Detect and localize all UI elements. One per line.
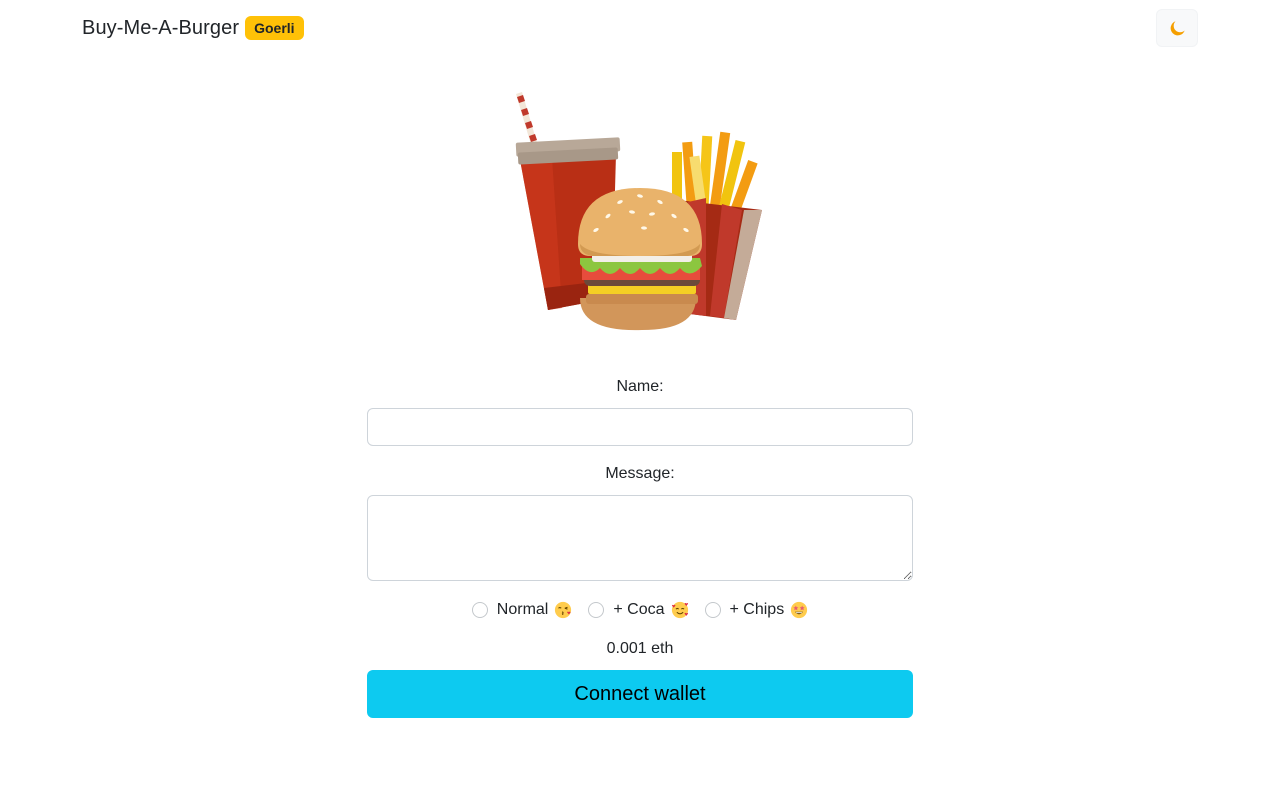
option-chips-label: + Chips (729, 601, 785, 618)
option-coca[interactable]: + Coca (588, 601, 688, 619)
connect-wallet-button[interactable]: Connect wallet (367, 670, 913, 718)
radio-normal[interactable] (471, 602, 488, 618)
kissing-face-icon (554, 601, 572, 619)
navbar: Buy-Me-A-Burger Goerli (0, 0, 1280, 58)
network-badge: Goerli (245, 16, 304, 40)
burger-options: Normal + Coca + Chips (367, 598, 913, 622)
option-chips[interactable]: + Chips (704, 601, 809, 619)
brand-title: Buy-Me-A-Burger (82, 16, 240, 39)
option-normal[interactable]: Normal (471, 601, 573, 619)
message-label: Message: (605, 465, 675, 482)
theme-toggle-button[interactable] (1156, 9, 1198, 47)
name-label: Name: (616, 378, 664, 395)
radio-coca[interactable] (588, 602, 605, 618)
burger-icon (578, 188, 702, 331)
option-coca-label: + Coca (613, 601, 665, 618)
brand[interactable]: Buy-Me-A-Burger Goerli (82, 16, 304, 40)
moon-icon (1170, 20, 1185, 35)
price-text: 0.001 eth (606, 640, 674, 657)
message-textarea[interactable] (367, 495, 913, 581)
name-input[interactable] (367, 408, 913, 446)
burger-order-form: Name: Message: Normal + Coca + Chips 0.0… (367, 376, 913, 718)
radio-chips[interactable] (704, 602, 721, 618)
option-normal-label: Normal (496, 601, 549, 618)
smiling-face-with-hearts-icon (671, 601, 689, 619)
burger-combo-illustration (500, 88, 780, 338)
star-struck-icon (790, 601, 808, 619)
